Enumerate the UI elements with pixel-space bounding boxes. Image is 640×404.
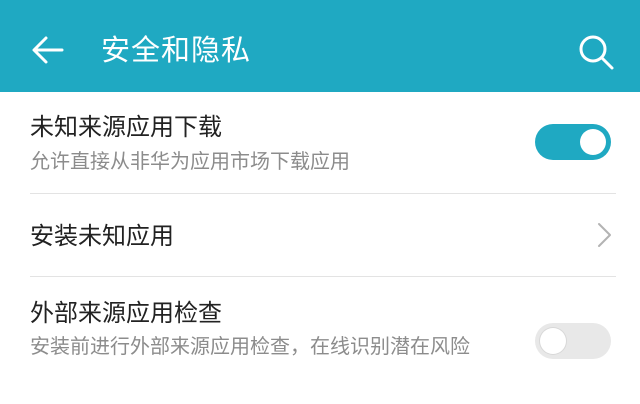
setting-title: 外部来源应用检查	[30, 299, 222, 327]
arrow-left-icon	[32, 36, 64, 64]
setting-subtitle: 允许直接从非华为应用市场下载应用	[30, 149, 350, 173]
app-bar: 安全和隐私	[0, 0, 640, 92]
search-icon	[579, 35, 614, 70]
setting-install-unknown-apps[interactable]: 安装未知应用	[0, 194, 640, 276]
setting-external-source-check[interactable]: 外部来源应用检查 安装前进行外部来源应用检查，在线识别潜在风险	[0, 277, 640, 404]
back-button[interactable]	[26, 28, 70, 72]
setting-title: 未知来源应用下载	[30, 113, 222, 141]
setting-subtitle: 安装前进行外部来源应用检查，在线识别潜在风险	[30, 334, 470, 358]
page-title: 安全和隐私	[101, 33, 252, 67]
setting-title: 安装未知应用	[30, 222, 174, 250]
setting-unknown-source-download[interactable]: 未知来源应用下载 允许直接从非华为应用市场下载应用	[0, 92, 640, 193]
search-button[interactable]	[574, 30, 616, 72]
toggle-knob	[580, 129, 606, 155]
toggle-knob	[540, 328, 566, 354]
chevron-right-icon	[598, 223, 611, 247]
unknown-source-toggle[interactable]	[535, 124, 611, 160]
external-source-check-toggle[interactable]	[535, 323, 611, 359]
settings-screen: 安全和隐私 未知来源应用下载 允许直接从非华为应用市场下载应用 安装未知应用 外…	[0, 0, 640, 404]
